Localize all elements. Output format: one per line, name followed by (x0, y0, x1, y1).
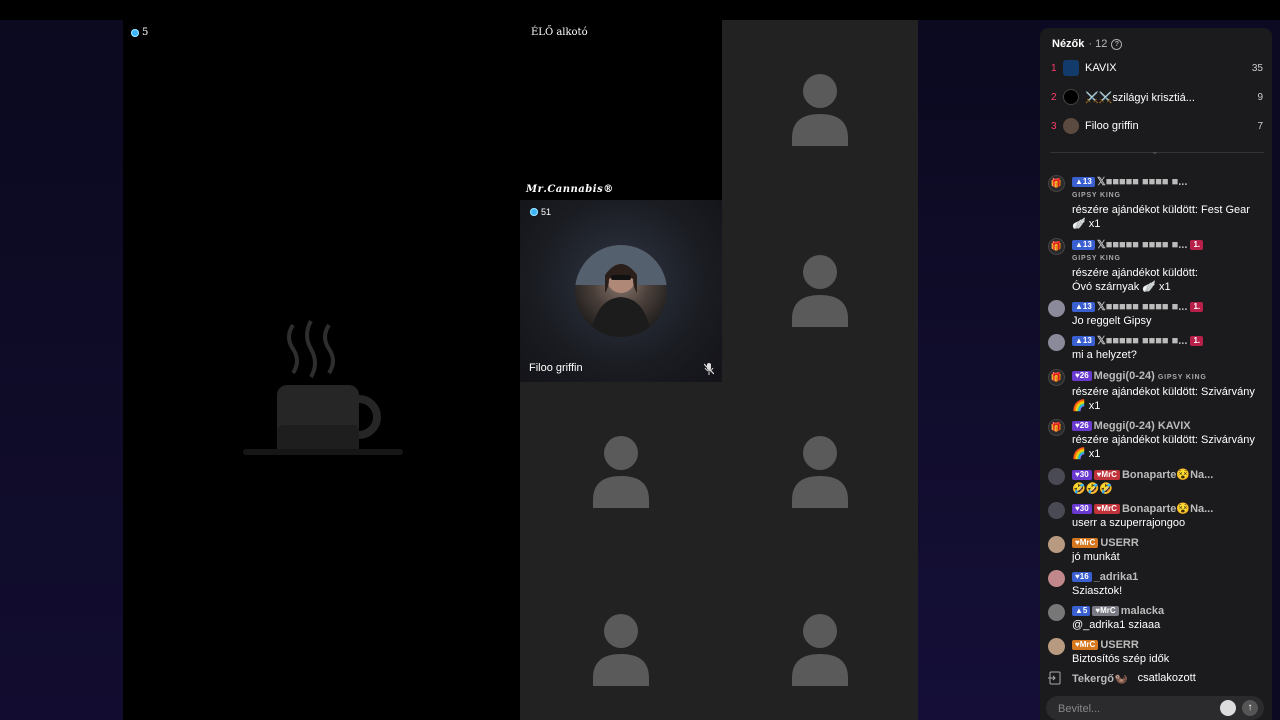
fan-badge: ♥MrC (1092, 606, 1119, 616)
right-background (918, 20, 1040, 720)
chat-message: ▲13 𝕏■■■■■ ■■■■ ■... 1. mi a helyzet? (1048, 334, 1266, 362)
rank-badge: 1. (1190, 336, 1204, 346)
chat-message: 🎁 ♥26 Meggi(0-24) GIPSY KING részére aján… (1048, 369, 1266, 413)
level-badge: ▲13 (1072, 240, 1095, 250)
person-placeholder-icon (792, 436, 848, 508)
live-creator-label: ÉLŐ alkotó (528, 26, 591, 39)
person-placeholder-icon (792, 74, 848, 146)
avatar (1063, 118, 1079, 134)
empty-seat-tile[interactable] (520, 382, 722, 562)
send-button[interactable]: ↑ (1242, 700, 1258, 716)
gift-icon: 🎁 (1048, 238, 1065, 255)
chat-message: ♥MrC USERR Biztosítós szép idők (1048, 638, 1266, 666)
gift-icon: 🎁 (1048, 419, 1065, 436)
viewers-header[interactable]: Nézők · 12 ? (1052, 38, 1123, 50)
level-badge: ▲13 (1072, 302, 1095, 312)
chat-sidebar: Nézők · 12 ? 1 KAVIX 35 2 ⚔️⚔️szilágyi k… (1040, 28, 1272, 720)
chat-message: ♥30 ♥MrC Bonaparte😵Na... userr a szuperraj… (1048, 502, 1266, 530)
avatar[interactable] (1048, 536, 1065, 553)
top-viewer-row[interactable]: 1 KAVIX 35 (1051, 59, 1263, 77)
chat-message: 🎁 ▲13 𝕏■■■■■ ■■■■ ■... 1. GIPSY KING rész… (1048, 238, 1266, 294)
host-video-tile: 5 (123, 20, 520, 720)
avatar[interactable] (1048, 570, 1065, 587)
mic-muted-icon[interactable] (704, 363, 714, 375)
level-badge: ▲5 (1072, 606, 1091, 616)
chat-message: 🎁 ♥26 Meggi(0-24) KAVIX részére ajándékot… (1048, 419, 1266, 461)
person-placeholder-icon (792, 255, 848, 327)
guest-avatar (575, 245, 667, 337)
empty-seat-tile[interactable] (520, 562, 722, 720)
empty-seat-tile[interactable] (722, 20, 918, 200)
host-viewer-count: 5 (131, 27, 148, 38)
avatar[interactable] (1048, 502, 1065, 519)
emoji-icon[interactable] (1220, 700, 1236, 716)
top-viewer-row[interactable]: 3 Filoo griffin 7 (1051, 117, 1263, 135)
chat-message: ♥MrC USERR jó munkát (1048, 536, 1266, 564)
chat-message: 🎁 ▲13 𝕏■■■■■ ■■■■ ■... GIPSY KING részére… (1048, 175, 1266, 231)
chat-input[interactable] (1056, 700, 1220, 718)
enter-icon (1048, 671, 1061, 685)
chat-message: ♥16 _adrika1 Sziasztok! (1048, 570, 1266, 598)
fan-badge: ♥MrC (1072, 538, 1099, 548)
join-notice: Tekergő🦦 csatlakozott (1048, 671, 1196, 685)
level-badge: ♥30 (1072, 504, 1092, 514)
avatar[interactable] (1048, 468, 1065, 485)
fan-badge: ♥MrC (1093, 504, 1120, 514)
avatar[interactable] (1048, 300, 1065, 317)
viewer-dot-icon (131, 28, 139, 37)
avatar[interactable] (1048, 638, 1065, 655)
level-badge: ♥30 (1072, 470, 1092, 480)
level-badge: ♥26 (1072, 421, 1092, 431)
guest-viewer-count: 51 (530, 207, 551, 217)
top-bar (0, 0, 1280, 20)
level-badge: ♥26 (1072, 371, 1092, 381)
level-badge: ▲13 (1072, 177, 1095, 187)
empty-seat-tile[interactable] (722, 562, 918, 720)
chat-message: ▲5 ♥MrC malacka @_adrika1 sziaaa (1048, 604, 1266, 632)
creator-tile: ÉLŐ alkotó 𝑴𝒓.𝑪𝒂𝒏𝒏𝒂𝒃𝒊𝒔® (520, 20, 722, 200)
gift-icon: 🎁 (1048, 369, 1065, 386)
level-badge: ▲13 (1072, 336, 1095, 346)
viewer-dot-icon (530, 208, 538, 216)
chevron-down-icon[interactable]: ⌄ (1151, 146, 1159, 157)
left-background (0, 20, 123, 720)
chat-message: ▲13 𝕏■■■■■ ■■■■ ■... 1. Jo reggelt Gipsy (1048, 300, 1266, 328)
person-placeholder-icon (792, 614, 848, 687)
fan-badge: ♥MrC (1072, 640, 1099, 650)
creator-name: 𝑴𝒓.𝑪𝒂𝒏𝒏𝒂𝒃𝒊𝒔® (526, 184, 614, 195)
chat-input-bar: ↑ (1046, 696, 1264, 720)
guest-name: Filoo griffin (529, 362, 583, 374)
rank-badge: 1. (1190, 240, 1204, 250)
fan-badge: ♥MrC (1093, 470, 1120, 480)
avatar (1063, 60, 1079, 76)
level-badge: ♥16 (1072, 572, 1092, 582)
avatar[interactable] (1048, 604, 1065, 621)
chat-message: ♥30 ♥MrC Bonaparte😵Na... 🤣🤣🤣 (1048, 468, 1266, 496)
avatar (1063, 89, 1079, 105)
gift-icon: 🎁 (1048, 175, 1065, 192)
person-placeholder-icon (593, 614, 649, 687)
guest-tile[interactable]: 51 Filoo griffin (520, 200, 722, 382)
top-viewer-row[interactable]: 2 ⚔️⚔️szilágyi krisztiá... 9 (1051, 88, 1263, 106)
rank-badge: 1. (1190, 302, 1204, 312)
avatar[interactable] (1048, 334, 1065, 351)
person-placeholder-icon (593, 436, 649, 508)
empty-seat-tile[interactable] (722, 382, 918, 562)
help-icon[interactable]: ? (1111, 38, 1123, 50)
empty-seat-tile[interactable] (722, 200, 918, 382)
coffee-cup-icon (243, 320, 403, 455)
